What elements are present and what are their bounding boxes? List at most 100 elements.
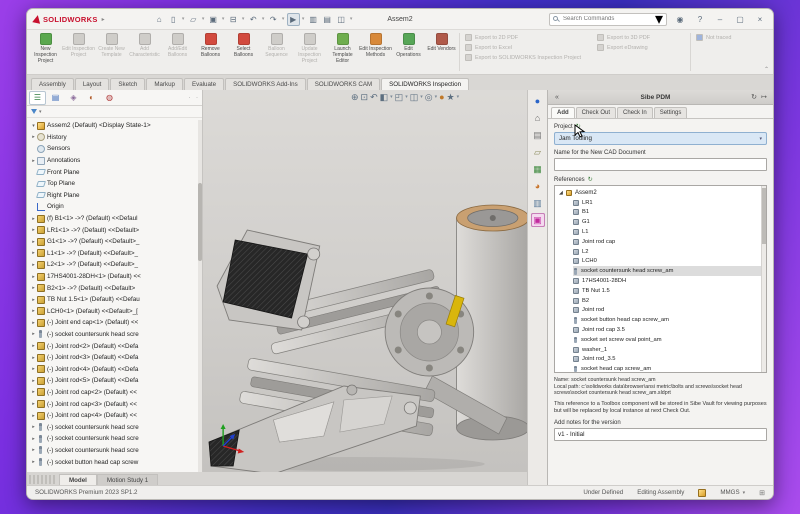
reference-item[interactable]: 17HS4001-28DH [573, 276, 766, 286]
dropdown-caret-icon[interactable]: ▾ [349, 16, 354, 22]
ribbon-button[interactable]: Edit Operations [392, 31, 425, 73]
trace-status[interactable]: Not traced [696, 34, 752, 41]
tree-item[interactable]: ▸ LR1<1> ->? (Default) <<Default> [30, 224, 202, 236]
dropdown-caret-icon[interactable]: ▾ [457, 94, 460, 100]
ribbon-button[interactable]: Add Characteristic [128, 31, 161, 73]
tree-expand-icon[interactable]: ▸ [30, 401, 37, 407]
tree-expand-icon[interactable]: ▸ [30, 378, 37, 384]
tree-expand-icon[interactable]: ▸ [30, 366, 37, 372]
comments-icon[interactable]: ◫ [335, 13, 348, 26]
design-library-icon[interactable]: ▤ [531, 128, 545, 142]
command-tab[interactable]: SOLIDWORKS Inspection [381, 78, 469, 90]
pdm-tab[interactable]: Add [551, 107, 575, 118]
tree-item[interactable]: Top Plane [30, 178, 202, 190]
featuremanager-tab-icon[interactable]: ☰ [29, 91, 46, 105]
collapse-ribbon-icon[interactable]: ⌃ [764, 66, 769, 73]
reference-item[interactable]: TB Nut 1.5 [573, 286, 766, 296]
view-settings-icon[interactable]: ★ [447, 92, 455, 102]
tree-item[interactable]: ▸ (-) Joint rod cap<3> (Default) << [30, 398, 202, 410]
tree-expand-icon[interactable]: ▸ [30, 262, 37, 268]
dropdown-caret-icon[interactable]: ▾ [201, 16, 206, 22]
reference-item[interactable]: LCH0 [573, 257, 766, 267]
dropdown-caret-icon[interactable]: ▾ [435, 94, 438, 100]
document-tab[interactable]: Motion Study 1 [97, 474, 158, 485]
previous-view-icon[interactable]: ↶ [370, 92, 378, 102]
references-refresh-icon[interactable]: ↻ [588, 176, 593, 183]
command-tab[interactable]: Sketch [110, 78, 145, 90]
new-document-icon[interactable]: ▯ [167, 13, 180, 26]
appearances-icon[interactable]: ◕ [531, 179, 545, 193]
open-icon[interactable]: ▱ [187, 13, 200, 26]
pdm-tab[interactable]: Check Out [576, 107, 616, 118]
reference-item[interactable]: washer_1 [573, 345, 766, 355]
select-tool-icon[interactable]: ▶ [287, 13, 300, 26]
tree-item[interactable]: ▸ (-) Joint rod cap<4> (Default) << [30, 410, 202, 422]
tree-item[interactable]: ▸ LCH0<1> (Default) <<Default>_[ [30, 306, 202, 318]
export-item[interactable]: Export to 3D PDF [597, 34, 685, 41]
search-box[interactable]: ▾ [549, 13, 667, 26]
dropdown-caret-icon[interactable]: ▾ [221, 16, 226, 22]
export-item[interactable]: Export to 2D PDF [465, 34, 589, 41]
references-scrollbar[interactable] [761, 186, 766, 372]
zoom-area-icon[interactable]: ⊡ [361, 92, 369, 102]
tree-expand-icon[interactable]: ▸ [30, 250, 37, 256]
tree-expand-icon[interactable]: ▸ [30, 308, 37, 314]
search-input[interactable] [563, 16, 652, 22]
ribbon-button[interactable]: Edit Inspection Project [62, 31, 95, 73]
reference-item[interactable]: Joint rod [573, 306, 766, 316]
save-icon[interactable]: ▣ [207, 13, 220, 26]
tree-expand-icon[interactable]: ▸ [30, 436, 37, 442]
tree-filter-bar[interactable]: ▾ [27, 106, 202, 118]
minimize-button[interactable]: – [713, 15, 727, 24]
tree-item[interactable]: Front Plane [30, 166, 202, 178]
tree-expand-icon[interactable]: ▸ [30, 158, 37, 164]
tree-root[interactable]: ▾ Assem2 (Default) <Display State-1> [30, 120, 202, 132]
reference-root[interactable]: ◢ Assem2 [559, 188, 766, 198]
pdm-tab[interactable]: Check In [617, 107, 653, 118]
ribbon-button[interactable]: New Inspection Project [29, 31, 62, 73]
tree-item[interactable]: ▸ (-) Joint end cap<1> (Default) << [30, 317, 202, 329]
document-tab[interactable]: Model [59, 474, 97, 485]
redo-icon[interactable]: ↷ [267, 13, 280, 26]
references-scrollbar-thumb[interactable] [762, 188, 767, 244]
dropdown-caret-icon[interactable]: ▾ [301, 16, 306, 22]
tree-expand-icon[interactable]: ▾ [30, 123, 37, 129]
tree-expand-icon[interactable]: ▸ [30, 320, 37, 326]
export-item[interactable]: Export to SOLIDWORKS Inspection Project [465, 54, 589, 61]
tree-expand-icon[interactable]: ▸ [30, 413, 37, 419]
tree-item[interactable]: ▸ Annotations [30, 155, 202, 167]
dropdown-caret-icon[interactable]: ▾ [241, 16, 246, 22]
close-button[interactable]: × [753, 15, 767, 24]
tree-expand-icon[interactable]: ▸ [30, 227, 37, 233]
reference-item[interactable]: socket countersunk head screw_am [573, 266, 766, 276]
unit-system-selector[interactable]: MMGS ▾ [720, 489, 745, 496]
command-tab[interactable]: Evaluate [184, 78, 224, 90]
tree-item[interactable]: ▸ G1<1> ->? (Default) <<Default>_ [30, 236, 202, 248]
help-icon[interactable]: ? [693, 15, 707, 24]
appearance-panel-icon[interactable]: ▤ [321, 13, 334, 26]
tree-item[interactable]: Right Plane [30, 190, 202, 202]
tree-item[interactable]: ▸ (-) Joint rod<3> (Default) <<Defa [30, 352, 202, 364]
export-item[interactable]: Export eDrawing [597, 44, 685, 51]
tree-expand-icon[interactable]: ▸ [30, 216, 37, 222]
undo-icon[interactable]: ↶ [247, 13, 260, 26]
tree-expand-icon[interactable]: ▸ [30, 424, 37, 430]
dropdown-caret-icon[interactable]: ▾ [405, 94, 408, 100]
dimxpertmanager-tab-icon[interactable]: ◐ [83, 91, 100, 105]
tree-item[interactable]: ▸ TB Nut 1.5<1> (Default) <<Defau [30, 294, 202, 306]
tree-item[interactable]: ▸ (-) Joint rod<2> (Default) <<Defa [30, 340, 202, 352]
propertymanager-tab-icon[interactable]: ▤ [47, 91, 64, 105]
ribbon-button[interactable]: Balloon Sequence [260, 31, 293, 73]
section-view-icon[interactable]: ◧ [380, 92, 389, 102]
version-notes-input[interactable] [554, 428, 767, 441]
ref-expand-icon[interactable]: ◢ [559, 190, 566, 196]
reference-item[interactable]: socket set screw oval point_am [573, 335, 766, 345]
tree-item[interactable]: ▸ (-) socket countersunk head scre [30, 329, 202, 341]
tree-item[interactable]: ▸ (-) Joint rod cap<2> (Default) << [30, 387, 202, 399]
tree-expand-icon[interactable]: ▸ [30, 134, 37, 140]
resources-globe-icon[interactable]: ● [531, 94, 545, 108]
reference-item[interactable]: Joint rod cap [573, 237, 766, 247]
reference-item[interactable]: B1 [573, 208, 766, 218]
tree-item[interactable]: ▸ (-) socket countersunk head scre [30, 445, 202, 457]
solidworks-logo[interactable]: SOLIDWORKS ▸ [33, 15, 105, 24]
